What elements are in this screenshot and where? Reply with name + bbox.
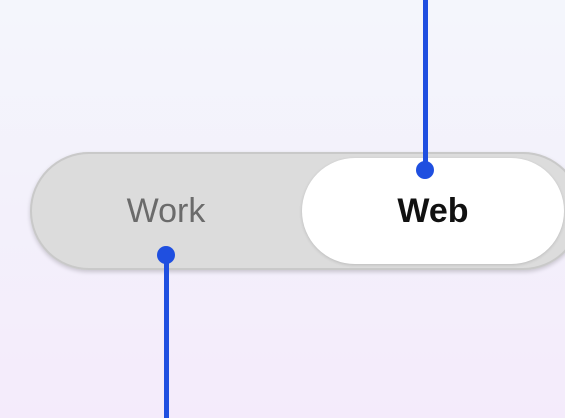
callout-dot-work (157, 246, 175, 264)
callout-line-web (423, 0, 428, 170)
segment-work-label: Work (126, 191, 206, 230)
segmented-control: Work Web (30, 152, 565, 270)
callout-dot-web (416, 161, 434, 179)
callout-line-work (164, 255, 169, 418)
screenshot-stage: Work Web (0, 0, 565, 418)
segment-web-label: Web (397, 191, 469, 230)
